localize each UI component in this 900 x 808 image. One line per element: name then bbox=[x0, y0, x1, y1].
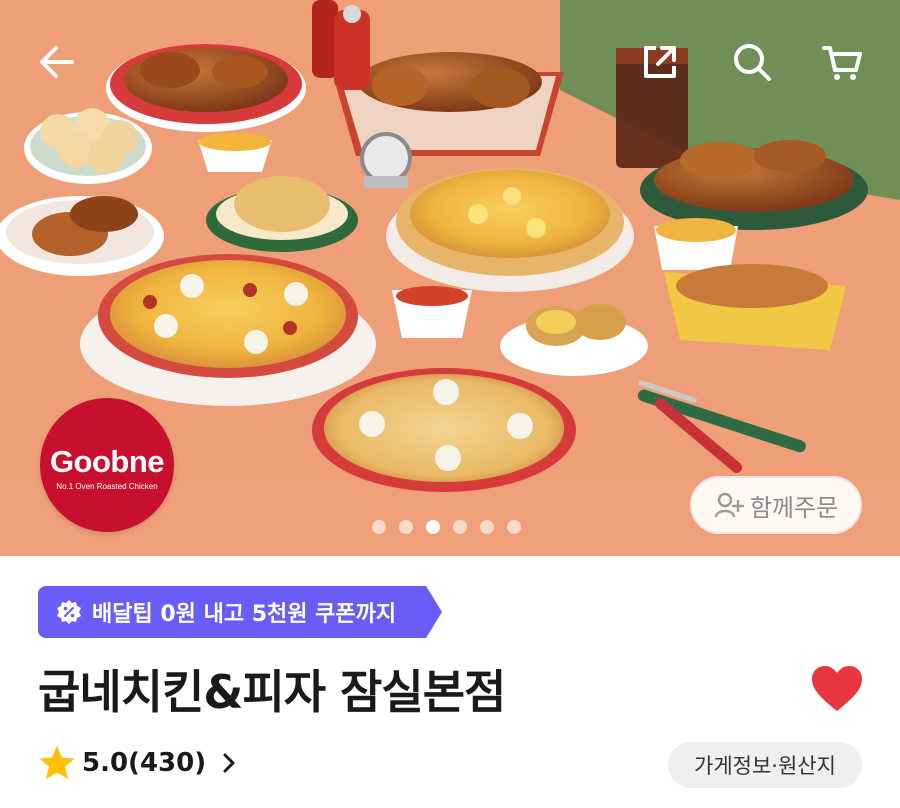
hero-banner[interactable]: Goobne No.1 Oven Roasted Chicken 함께주문 bbox=[0, 0, 900, 556]
brand-tagline: No.1 Oven Roasted Chicken bbox=[56, 481, 158, 491]
carousel-dot[interactable] bbox=[399, 520, 413, 534]
together-order-label: 함께주문 bbox=[749, 493, 839, 522]
carousel-dot[interactable] bbox=[507, 520, 521, 534]
coupon-percent-icon bbox=[57, 600, 81, 624]
search-button[interactable] bbox=[724, 34, 780, 90]
star-icon bbox=[39, 746, 75, 779]
person-add-icon bbox=[714, 492, 744, 518]
brand-logo: Goobne No.1 Oven Roasted Chicken bbox=[40, 398, 174, 532]
store-info-button[interactable]: 가게정보·원산지 bbox=[668, 742, 862, 788]
arrow-left-icon bbox=[40, 46, 74, 78]
rating-summary[interactable]: 5.0(430) bbox=[38, 744, 240, 782]
back-button[interactable] bbox=[28, 34, 84, 90]
store-name: 굽네치킨&피자 잠실본점 bbox=[38, 665, 506, 719]
carousel-dot[interactable] bbox=[480, 520, 494, 534]
cart-button[interactable] bbox=[814, 34, 870, 90]
search-icon bbox=[734, 44, 771, 81]
carousel-dot-active[interactable] bbox=[426, 520, 440, 534]
promo-banner[interactable]: 배달팁 0원 내고 5천원 쿠폰까지 bbox=[38, 586, 443, 638]
favorite-button[interactable] bbox=[810, 664, 864, 714]
carousel-dot[interactable] bbox=[453, 520, 467, 534]
rating-text: 5.0(430) bbox=[82, 748, 207, 778]
cart-icon bbox=[822, 46, 862, 80]
share-icon bbox=[644, 46, 676, 78]
promo-label: 배달팁 0원 내고 5천원 쿠폰까지 bbox=[92, 602, 397, 627]
share-button[interactable] bbox=[632, 34, 688, 90]
heart-icon bbox=[812, 666, 862, 711]
together-order-button[interactable]: 함께주문 bbox=[690, 476, 862, 534]
brand-name: Goobne bbox=[49, 443, 165, 479]
store-info-label: 가게정보·원산지 bbox=[694, 754, 836, 778]
carousel-indicator bbox=[372, 520, 521, 534]
carousel-dot[interactable] bbox=[372, 520, 386, 534]
chevron-right-icon bbox=[223, 753, 235, 773]
